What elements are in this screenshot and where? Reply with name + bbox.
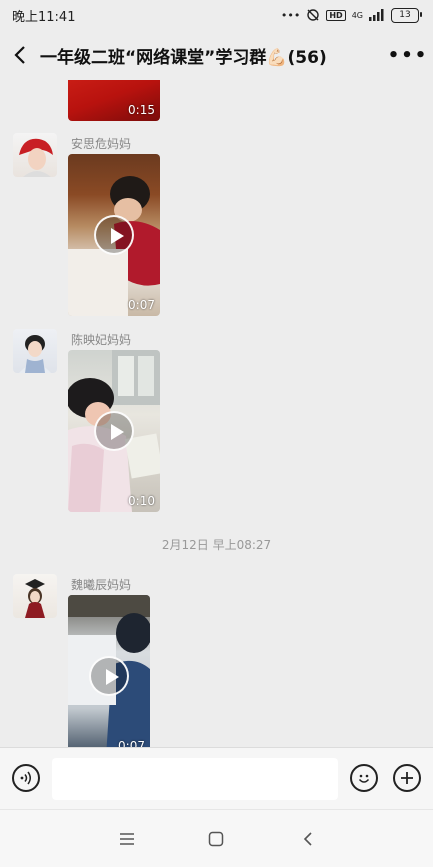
avatar-image [19,138,53,177]
emoji-button[interactable] [350,764,378,792]
video-thumbnail[interactable]: 0:07 [68,154,160,316]
plus-button[interactable] [393,764,421,792]
sender-name: 安思危妈妈 [71,137,132,151]
home-icon [208,831,224,847]
chat-timestamp: 2月12日 早上08:27 [161,538,272,552]
voice-icon [20,771,31,785]
battery-icon: 13 [391,7,422,23]
avatar-image [19,335,51,373]
message-input[interactable] [52,758,338,800]
voice-button[interactable] [12,764,40,792]
avatar[interactable] [13,329,57,373]
video-thumbnail[interactable]: 0:07 [68,595,150,747]
system-navigation [0,809,433,867]
chat-title: 一年级二班“网络课堂”学习群💪🏻(56) [40,47,327,68]
back-icon [303,832,312,846]
status-bar: 晚上11:41 ••• HD 4G 13 [0,0,433,30]
video-thumbnail[interactable]: 0:15 [68,80,160,121]
signal-icon [369,9,384,21]
back-button[interactable] [0,45,40,65]
play-icon[interactable] [89,656,129,696]
avatar[interactable] [13,133,57,177]
home-button[interactable] [204,828,228,850]
ellipsis-icon: ••• [280,8,301,22]
battery-level: 13 [399,10,411,20]
emoji-icon [358,774,370,783]
video-duration: 0:10 [128,494,155,508]
play-icon[interactable] [94,411,134,451]
input-bar [0,747,433,810]
avatar-image [25,579,45,618]
plus-icon [401,772,413,784]
hd-icon: HD [326,9,346,21]
network-label: 4G [351,10,363,20]
video-duration: 0:15 [128,103,155,117]
play-icon[interactable] [94,215,134,255]
video-duration: 0:07 [128,298,155,312]
sender-name: 陈映妃妈妈 [71,333,132,347]
more-button[interactable]: ••• [383,45,433,66]
back-chevron-icon [14,46,25,64]
avatar[interactable] [13,574,57,618]
video-duration: 0:07 [118,739,145,747]
video-thumbnail[interactable]: 0:10 [68,350,160,512]
menu-icon [120,833,134,845]
status-icons: ••• HD 4G 13 [280,7,422,23]
more-dots-icon: ••• [387,44,429,66]
chat-header: 一年级二班“网络课堂”学习群💪🏻(56) ••• [0,30,433,80]
system-back-button[interactable] [296,828,320,850]
menu-button[interactable] [115,828,139,850]
status-time: 晚上11:41 [12,9,76,25]
alarm-off-icon [307,9,320,21]
chat-messages[interactable]: 0:15 安思危妈妈 0:07 陈映妃妈妈 0:10 2月12日 早上08:27 [0,80,433,747]
sender-name: 魏曦辰妈妈 [71,578,132,592]
